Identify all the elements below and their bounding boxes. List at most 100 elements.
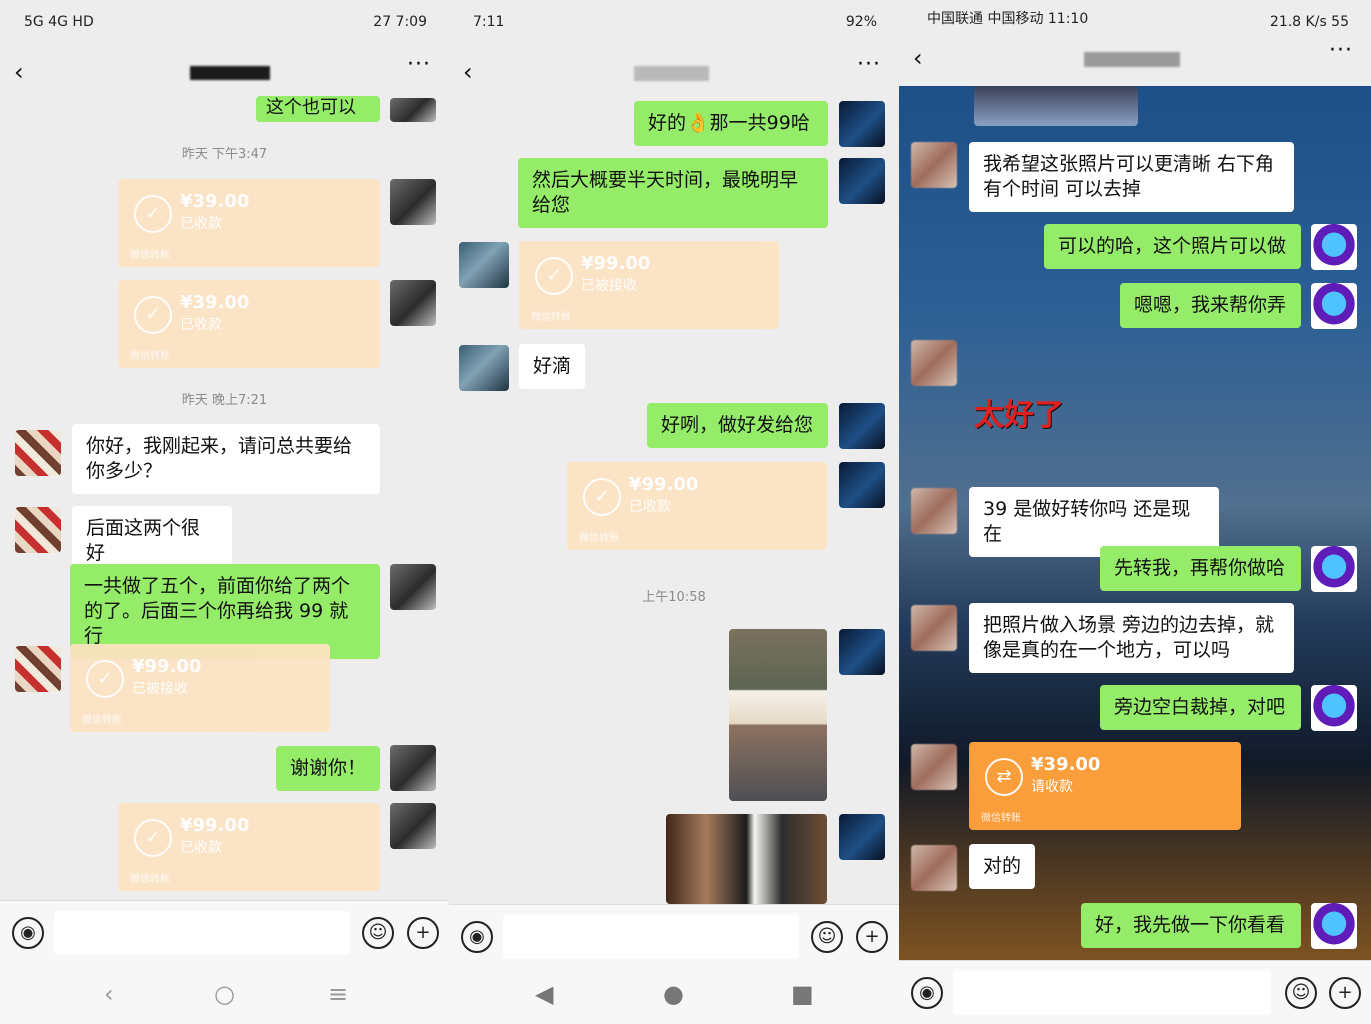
avatar[interactable] [911,744,957,790]
voice-icon[interactable]: ◉ [911,977,943,1009]
message-bubble[interactable]: 旁边空白裁掉，对吧 [1100,685,1301,730]
avatar[interactable] [390,179,436,225]
status-left: 7:11 [473,14,505,30]
avatar[interactable] [390,564,436,610]
payment-card[interactable]: ✓ ¥99.00 已收款 微信转账 [567,462,827,550]
more-icon[interactable]: ··· [857,52,881,77]
avatar[interactable] [459,345,509,391]
timestamp: 昨天 下午3:47 [181,147,268,162]
message-bubble[interactable]: 然后大概要半天时间，最晚明早给您 [518,158,828,228]
avatar[interactable] [459,242,509,288]
message-bubble[interactable]: 可以的哈，这个照片可以做 [1044,224,1301,269]
photo-family[interactable] [729,629,827,801]
payment-source: 微信转账 [82,715,122,726]
photo-graduation[interactable] [666,814,827,904]
avatar[interactable] [1311,224,1357,270]
message-bubble[interactable]: 对的 [969,844,1035,889]
nav-home-icon[interactable]: ○ [214,980,235,1008]
message-bubble[interactable]: 这个也可以 [256,96,380,122]
message-bubble[interactable]: 先转我，再帮你做哈 [1100,546,1301,591]
nav-back-icon[interactable]: ‹ [104,980,114,1008]
avatar[interactable] [1311,546,1357,592]
avatar[interactable] [390,98,436,122]
message-bubble[interactable]: 我希望这张照片可以更清晰 右下角有个时间 可以去掉 [969,142,1294,212]
avatar[interactable] [15,430,61,476]
status-bar: 7:11 92% [449,0,899,44]
message-bubble[interactable]: 好滴 [519,344,585,389]
avatar[interactable] [390,280,436,326]
avatar[interactable] [839,629,885,675]
nav-back-icon[interactable]: ◀ [535,980,553,1008]
avatar[interactable] [839,101,885,147]
payment-status: 已收款 [180,840,222,856]
payment-amount: ¥99.00 [132,656,202,677]
payment-card[interactable]: ✓ ¥39.00 已收款 微信转账 [118,179,380,267]
avatar[interactable] [911,605,957,651]
system-nav: ◀ ● ■ [449,964,899,1024]
status-bar: 5G 4G HD 27 7:09 [0,0,449,44]
avatar[interactable] [911,488,957,534]
payment-amount: ¥39.00 [180,292,250,313]
plus-icon[interactable]: + [856,921,888,953]
message-bubble[interactable]: 嗯嗯，我来帮你弄 [1120,283,1301,328]
avatar[interactable] [1311,685,1357,731]
payment-source: 微信转账 [130,874,170,885]
avatar[interactable] [839,403,885,449]
message-bubble[interactable]: 谢谢你！ [276,746,380,791]
more-icon[interactable]: ··· [407,52,431,77]
back-chevron-icon[interactable]: ‹ [913,44,923,72]
chat-panel-1: 5G 4G HD 27 7:09 ‹ ··· 这个也可以 昨天 下午3:47 ✓… [0,0,449,1024]
avatar[interactable] [911,845,957,891]
avatar[interactable] [390,745,436,791]
emoji-icon[interactable]: ☺ [811,921,843,953]
photo-partial[interactable] [974,86,1138,126]
plus-icon[interactable]: + [1329,977,1361,1009]
avatar[interactable] [911,340,957,386]
back-chevron-icon[interactable]: ‹ [463,58,473,86]
check-icon: ✓ [134,195,172,233]
emoji-icon[interactable]: ☺ [362,917,394,949]
nav-home-icon[interactable]: ● [663,980,684,1008]
payment-card[interactable]: ✓ ¥39.00 已收款 微信转账 [118,280,380,368]
message-bubble[interactable]: 好咧，做好发给您 [647,403,828,448]
timestamp: 上午10:58 [642,590,706,605]
avatar[interactable] [390,803,436,849]
avatar[interactable] [911,142,957,188]
system-nav: ‹ ○ ≡ [0,964,449,1024]
sticker[interactable]: 太好了 [974,390,1064,434]
avatar[interactable] [1311,283,1357,329]
status-left: 中国联通 中国移动 11:10 [927,11,1089,27]
payment-source: 微信转账 [130,250,170,261]
message-input[interactable] [503,915,799,959]
status-right: 92% [845,14,877,30]
payment-card[interactable]: ⇄ ¥39.00 请收款 微信转账 [969,742,1241,830]
chat-header: ‹ ··· [0,44,449,100]
check-icon: ✓ [86,660,124,698]
avatar[interactable] [1311,903,1357,949]
avatar[interactable] [839,814,885,860]
avatar[interactable] [839,462,885,508]
back-chevron-icon[interactable]: ‹ [14,58,24,86]
payment-status: 已收款 [180,216,222,232]
emoji-icon[interactable]: ☺ [1285,977,1317,1009]
avatar[interactable] [15,646,61,692]
message-bubble[interactable]: 把照片做入场景 旁边的边去掉，就像是真的在一个地方，可以吗 [969,603,1294,673]
avatar[interactable] [15,507,61,553]
message-bubble[interactable]: 你好，我刚起来，请问总共要给你多少？ [72,424,380,494]
voice-icon[interactable]: ◉ [12,917,44,949]
chat-header: ‹ ··· [449,44,899,100]
message-input[interactable] [953,971,1271,1015]
plus-icon[interactable]: + [407,917,439,949]
chat-header: ‹ ··· [899,30,1371,86]
payment-card[interactable]: ✓ ¥99.00 已收款 微信转账 [118,803,380,891]
voice-icon[interactable]: ◉ [461,921,493,953]
nav-menu-icon[interactable]: ≡ [328,980,348,1008]
more-icon[interactable]: ··· [1329,38,1353,63]
message-bubble[interactable]: 好的👌那一共99哈 [634,101,828,146]
message-input[interactable] [54,911,350,955]
nav-recent-icon[interactable]: ■ [791,980,814,1008]
avatar[interactable] [839,158,885,204]
payment-card[interactable]: ✓ ¥99.00 已被接收 微信转账 [70,644,330,732]
message-bubble[interactable]: 好，我先做一下你看看 [1081,903,1301,948]
payment-card[interactable]: ✓ ¥99.00 已被接收 微信转账 [519,241,779,329]
